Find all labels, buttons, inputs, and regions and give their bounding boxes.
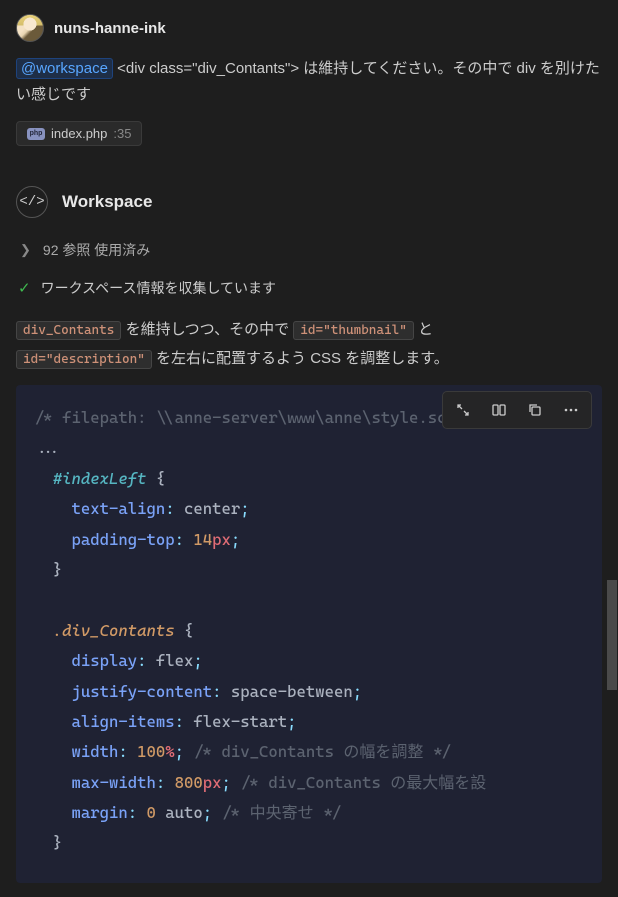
user-message-header: nuns-hanne-ink xyxy=(16,14,602,42)
php-icon xyxy=(27,128,45,140)
explanation-text: div_Contants を維持しつつ、その中で id="thumbnail" … xyxy=(16,316,602,373)
code-block-container: /* filepath: \\anne-server\www\anne\styl… xyxy=(16,385,602,883)
username: nuns-hanne-ink xyxy=(54,20,166,37)
workspace-title: Workspace xyxy=(62,192,152,212)
code-block[interactable]: /* filepath: \\anne-server\www\anne\styl… xyxy=(16,385,602,883)
status-text: ワークスペース情報を収集しています xyxy=(41,278,276,298)
workspace-header: </> Workspace xyxy=(16,186,602,218)
avatar xyxy=(16,14,44,42)
chevron-right-icon: ❯ xyxy=(20,242,31,258)
user-message-body: @workspace <div class="div_Contants"> は維… xyxy=(16,56,602,107)
file-name: index.php xyxy=(51,126,107,141)
apply-icon[interactable] xyxy=(481,396,517,424)
inline-code: id="thumbnail" xyxy=(293,321,414,340)
inline-code: div_Contants xyxy=(16,321,121,340)
status-row: ✓ ワークスペース情報を収集しています xyxy=(16,278,602,298)
insert-icon[interactable] xyxy=(445,396,481,424)
references-text: 92 参照 使用済み xyxy=(43,240,150,260)
code-toolbar xyxy=(442,391,592,429)
inline-code: id="description" xyxy=(16,350,152,369)
workspace-response: </> Workspace ❯ 92 参照 使用済み ✓ ワークスペース情報を収… xyxy=(16,186,602,883)
references-row[interactable]: ❯ 92 参照 使用済み xyxy=(16,236,602,278)
more-icon[interactable] xyxy=(553,396,589,424)
check-icon: ✓ xyxy=(18,279,31,297)
workspace-mention[interactable]: @workspace xyxy=(16,58,113,79)
scrollbar[interactable] xyxy=(606,0,618,892)
scrollbar-thumb[interactable] xyxy=(607,580,617,690)
file-reference-badge[interactable]: index.php :35 xyxy=(16,121,142,146)
code-bracket-icon: </> xyxy=(16,186,48,218)
copy-icon[interactable] xyxy=(517,396,553,424)
file-line: :35 xyxy=(113,126,131,141)
